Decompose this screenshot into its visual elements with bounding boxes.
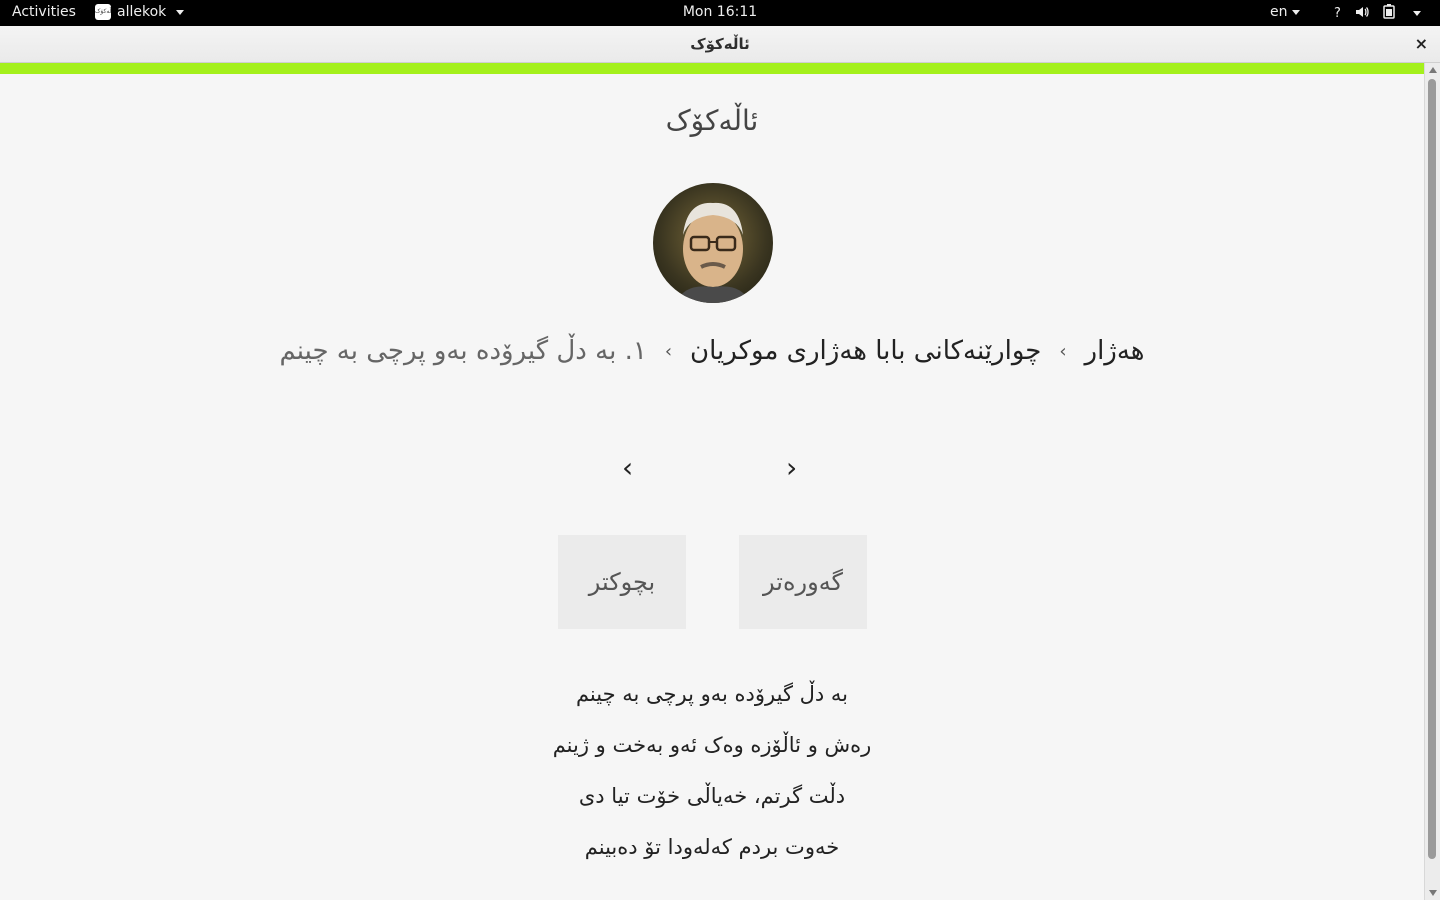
poem-line: خەوت بردم کەلەودا تۆ دەبینم xyxy=(584,835,840,859)
scroll-down-icon[interactable] xyxy=(1429,890,1437,896)
app-menu-label: allekok xyxy=(117,4,167,20)
chevron-down-icon xyxy=(1412,11,1421,16)
keyboard-layout-menu[interactable]: en xyxy=(1270,4,1300,20)
main-content: ئاڵەکۆک هەژار › چوارێنەکانی بابا هەژاری … xyxy=(0,74,1424,900)
page-title[interactable]: ئاڵەکۆک xyxy=(0,104,1424,137)
scrollbar-thumb[interactable] xyxy=(1428,79,1436,859)
font-smaller-button[interactable]: بچوکتر xyxy=(558,535,686,629)
volume-icon[interactable] xyxy=(1355,5,1369,23)
window-title: ئاڵەکۆک xyxy=(690,35,750,53)
clock[interactable]: Mon 16:11 xyxy=(683,4,757,20)
system-top-bar: Activities ئاڵەکۆک allekok Mon 16:11 en … xyxy=(0,0,1440,26)
breadcrumb-separator: › xyxy=(664,340,673,362)
progress-fill xyxy=(0,63,1424,74)
app-menu[interactable]: ئاڵەکۆک allekok xyxy=(95,4,185,20)
breadcrumb-poem: ١. بە دڵ گیرۆدە بەو پرچی بە چینم xyxy=(279,336,647,366)
poem-line: رەش و ئاڵۆزە وەک ئەو بەخت و ژینم xyxy=(552,733,872,757)
activities-button[interactable]: Activities xyxy=(12,4,76,20)
help-icon[interactable]: ? xyxy=(1334,6,1341,21)
poem-text: بە دڵ گیرۆدە بەو پرچی بە چینم رەش و ئاڵۆ… xyxy=(0,676,1424,880)
system-tray[interactable]: ? xyxy=(1334,4,1421,23)
poem-line: بە دڵ گیرۆدە بەو پرچی بە چینم xyxy=(575,682,849,706)
breadcrumb: هەژار › چوارێنەکانی بابا هەژاری موکریان … xyxy=(0,336,1424,366)
app-icon: ئاڵەکۆک xyxy=(95,4,111,20)
breadcrumb-book[interactable]: چوارێنەکانی بابا هەژاری موکریان xyxy=(690,336,1041,366)
vertical-scrollbar[interactable] xyxy=(1424,63,1440,900)
close-icon[interactable]: × xyxy=(1415,26,1428,62)
breadcrumb-separator: › xyxy=(1059,340,1067,362)
chevron-down-icon xyxy=(176,9,185,15)
scroll-up-icon[interactable] xyxy=(1429,67,1437,73)
font-larger-button[interactable]: گەورەتر xyxy=(739,535,867,629)
breadcrumb-poet[interactable]: هەژار xyxy=(1085,336,1145,366)
poem-line: دڵت گرتم، خەیاڵی خۆت تیا دی xyxy=(578,784,846,808)
next-poem-button[interactable]: › xyxy=(786,454,797,482)
chevron-down-icon xyxy=(1291,9,1300,15)
battery-icon[interactable] xyxy=(1383,4,1395,23)
keyboard-layout-label: en xyxy=(1270,4,1288,20)
window-titlebar: ئاڵەکۆک × xyxy=(0,26,1440,63)
previous-poem-button[interactable]: ‹ xyxy=(622,454,633,482)
poet-portrait[interactable] xyxy=(653,183,773,303)
page-progress-bar xyxy=(0,63,1424,74)
